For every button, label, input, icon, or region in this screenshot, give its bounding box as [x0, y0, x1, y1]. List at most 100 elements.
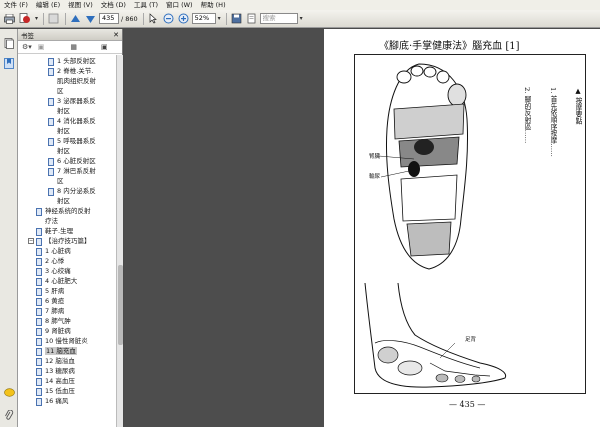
bookmark-item[interactable]: 肌肉组织反射: [57, 77, 96, 85]
bookmark-item[interactable]: 3 泌尿器系反: [48, 97, 96, 106]
foot-side-illustration: [364, 283, 507, 388]
options-gear-icon[interactable]: ⚙▾: [22, 43, 32, 51]
bookmark-page-icon: [48, 158, 54, 166]
bookmark-item[interactable]: 鞋子.生理: [36, 227, 73, 236]
bookmark-page-icon: [36, 288, 42, 296]
bookmark-item[interactable]: 4 心脏肥大: [36, 277, 77, 286]
bookmarks-panel-icon[interactable]: [3, 57, 15, 69]
hand-tool-icon[interactable]: [47, 13, 60, 25]
bookmark-item[interactable]: 区: [57, 87, 64, 95]
bookmark-page-icon: [48, 98, 54, 106]
bookmark-item[interactable]: 射区: [57, 147, 70, 155]
bookmark-label: 8 内分泌系反: [57, 187, 96, 195]
bookmark-label: 射区: [57, 107, 70, 115]
page-number-input[interactable]: 435: [99, 13, 119, 24]
bookmark-page-icon: [36, 238, 42, 246]
bookmarks-scrollbar[interactable]: [116, 55, 123, 427]
ureter-label: 輸尿: [369, 174, 381, 180]
bookmark-page-icon: [36, 388, 42, 396]
bookmark-item[interactable]: 1 心脏病: [36, 247, 71, 256]
bookmark-item[interactable]: 5 肝病: [36, 287, 64, 296]
scrollbar-thumb[interactable]: [118, 265, 123, 345]
pdf-page: 《腳底·手掌健康法》腦充血 [1] 腎臟 輸尿 足背 ▲ 按摩要點 1. 首先依…: [324, 29, 600, 427]
menu-window[interactable]: 窗口 (W): [162, 0, 197, 10]
bookmark-item[interactable]: 8 肺气肿: [36, 317, 71, 326]
bookmark-item[interactable]: 射区: [57, 197, 70, 205]
next-page-icon[interactable]: [84, 13, 97, 25]
zoom-level-input[interactable]: 52%: [191, 13, 216, 24]
zoom-out-icon[interactable]: [162, 13, 175, 25]
bookmark-item[interactable]: 神经系统的反射: [36, 207, 91, 216]
bookmark-item[interactable]: 射区: [57, 127, 70, 135]
bookmark-page-icon: [36, 348, 42, 356]
export-dropdown-icon[interactable]: ▾: [33, 13, 40, 24]
bookmark-item[interactable]: 12 脑溢血: [36, 357, 75, 366]
close-panel-icon[interactable]: ✕: [113, 31, 119, 39]
bookmark-item[interactable]: 13 糖尿病: [36, 367, 75, 376]
bookmark-page-icon: [36, 368, 42, 376]
page-title: 《腳底·手掌健康法》腦充血 [1]: [379, 41, 520, 52]
bookmark-item[interactable]: 射区: [57, 107, 70, 115]
comments-panel-icon[interactable]: [3, 387, 15, 399]
bookmark-label: 1 心脏病: [45, 247, 71, 255]
bookmark-item[interactable]: 10 慢性肾脏炎: [36, 337, 88, 346]
select-tool-icon[interactable]: [147, 13, 160, 25]
bookmark-page-icon: [36, 338, 42, 346]
bookmark-item[interactable]: 疗法: [45, 217, 58, 225]
bookmark-item[interactable]: 6 黄疸: [36, 297, 64, 306]
bookmark-page-icon: [48, 58, 54, 66]
search-input[interactable]: 搜索: [259, 13, 298, 24]
delete-bookmark-icon[interactable]: ▣: [38, 43, 45, 51]
bookmark-item[interactable]: 2 脊椎.关节.: [48, 67, 93, 76]
bookmark-page-icon: [36, 248, 42, 256]
save-icon[interactable]: [230, 13, 243, 25]
new-bookmark-icon[interactable]: ▦: [70, 43, 77, 51]
menu-document[interactable]: 文档 (D): [97, 0, 130, 10]
bookmark-page-icon: [48, 168, 54, 176]
bookmark-label: 神经系统的反射: [45, 207, 91, 215]
bookmark-item[interactable]: 8 内分泌系反: [48, 187, 96, 196]
attachments-panel-icon[interactable]: [3, 409, 15, 421]
search-dropdown-icon[interactable]: ▾: [298, 13, 305, 24]
bookmark-label: 1 头部反射区: [57, 57, 96, 65]
bookmark-item[interactable]: 15 低血压: [36, 387, 75, 396]
fit-page-icon[interactable]: [245, 13, 258, 25]
bookmark-page-icon: [48, 118, 54, 126]
bookmark-label: 射区: [57, 127, 70, 135]
bookmark-item[interactable]: 7 淋巴系反射: [48, 167, 96, 176]
bookmark-item[interactable]: 2 心悸: [36, 257, 64, 266]
bookmark-item[interactable]: 11 脑充血: [36, 347, 77, 356]
zoom-dropdown-icon[interactable]: ▾: [216, 13, 223, 24]
pages-panel-icon[interactable]: [3, 37, 15, 49]
previous-page-icon[interactable]: [69, 13, 82, 25]
bookmark-item[interactable]: 4 消化器系反: [48, 117, 96, 126]
bookmark-item[interactable]: 16 痛风: [36, 397, 68, 406]
bookmark-item[interactable]: 3 心绞痛: [36, 267, 71, 276]
bookmark-label: 射区: [57, 147, 70, 155]
collapse-toggle-icon[interactable]: −: [28, 238, 34, 244]
menu-help[interactable]: 帮助 (H): [197, 0, 230, 10]
bookmark-item[interactable]: 1 头部反射区: [48, 57, 96, 66]
bookmark-item[interactable]: − 【治疗技巧篇】: [28, 237, 91, 246]
bookmark-item[interactable]: 9 肾脏病: [36, 327, 71, 336]
bookmark-page-icon: [36, 308, 42, 316]
pdf-export-icon[interactable]: [18, 13, 31, 25]
bookmark-item[interactable]: 7 肺病: [36, 307, 64, 316]
print-icon[interactable]: [3, 13, 16, 25]
document-view[interactable]: 《腳底·手掌健康法》腦充血 [1] 腎臟 輸尿 足背 ▲ 按摩要點 1. 首先依…: [124, 29, 600, 427]
bookmarks-panel-title: 书签: [21, 31, 34, 40]
expand-bookmark-icon[interactable]: ▣: [101, 43, 108, 51]
menu-tools[interactable]: 工具 (T): [130, 0, 162, 10]
bookmark-label: 8 肺气肿: [45, 317, 71, 325]
bookmark-item[interactable]: 6 心脏反射区: [48, 157, 96, 166]
menu-edit[interactable]: 编辑 (E): [32, 0, 64, 10]
menu-view[interactable]: 视图 (V): [64, 0, 97, 10]
bookmark-item[interactable]: 14 高血压: [36, 377, 75, 386]
bookmark-page-icon: [36, 258, 42, 266]
bookmark-label: 区: [57, 87, 64, 95]
zoom-in-icon[interactable]: [177, 13, 190, 25]
bookmark-item[interactable]: 5 呼吸器系反: [48, 137, 96, 146]
text-column-1: ▲ 按摩要點: [574, 87, 582, 125]
menu-file[interactable]: 文件 (F): [0, 0, 32, 10]
bookmark-item[interactable]: 区: [57, 177, 64, 185]
